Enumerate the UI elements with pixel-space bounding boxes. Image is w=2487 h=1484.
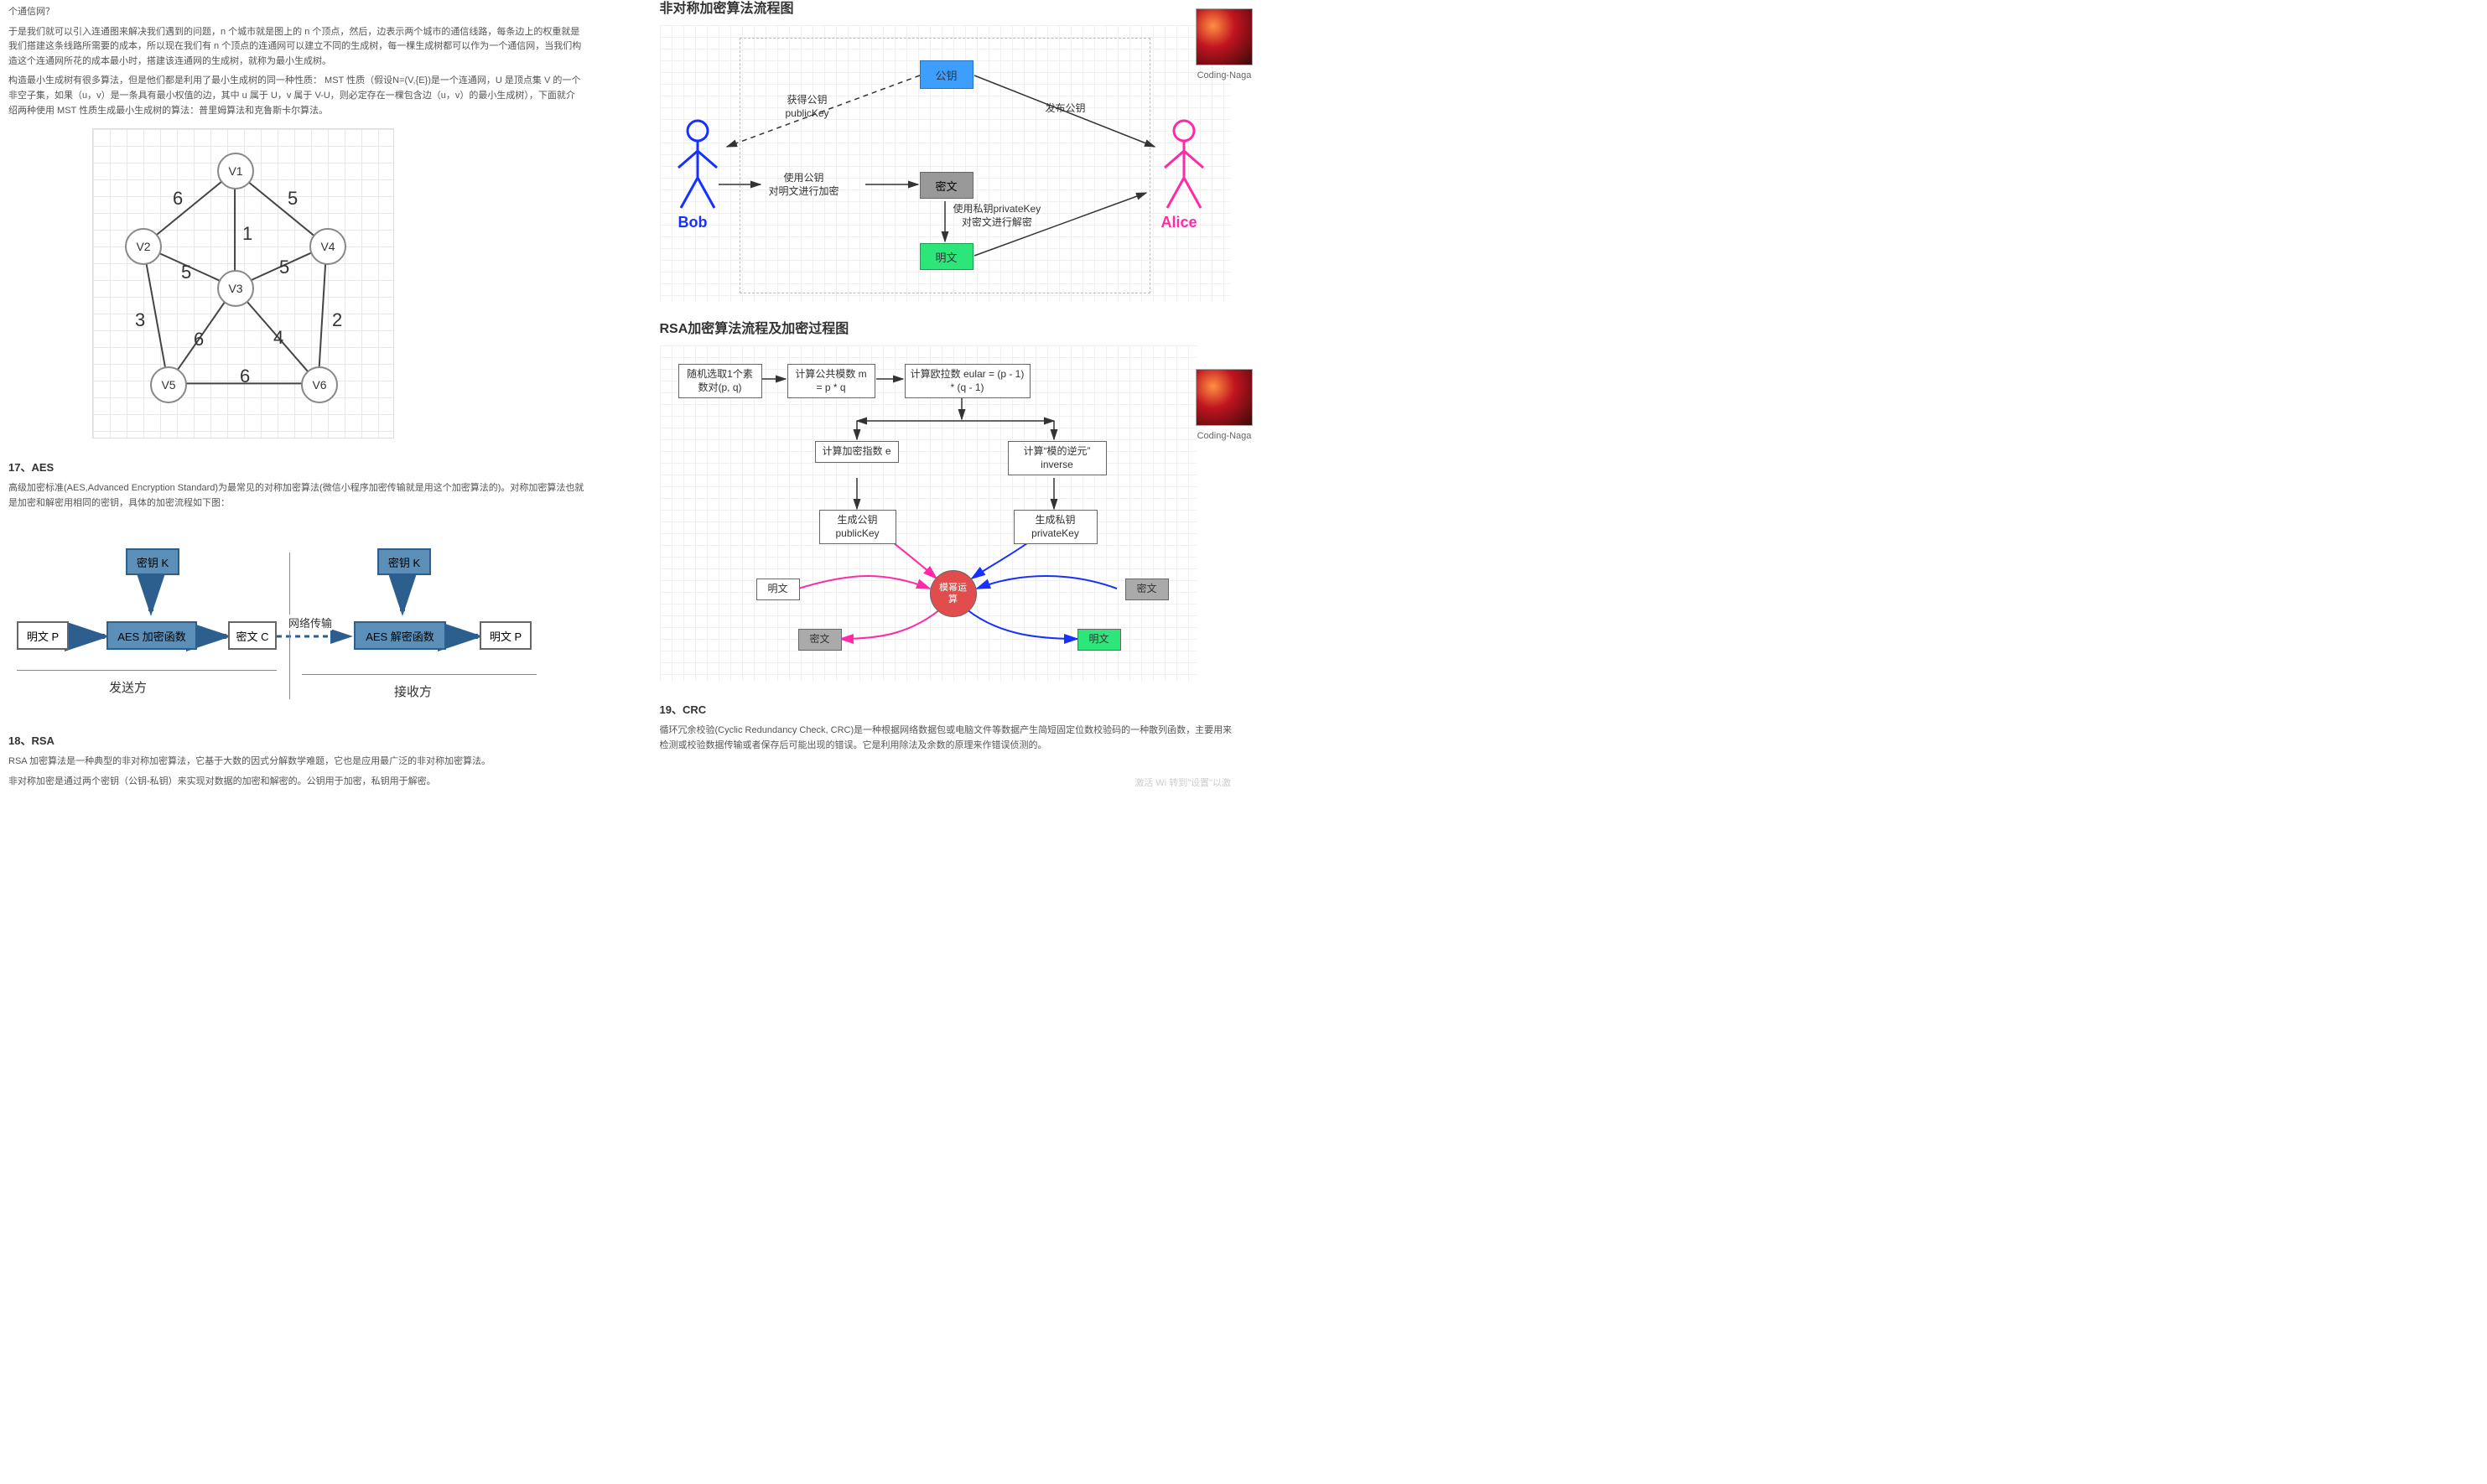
aes-desc: 高级加密标准(AES,Advanced Encryption Standard)… (8, 481, 584, 511)
watermark: 激活 Wi 转到"设置"以激 (1134, 778, 1231, 789)
author-avatar-2 (1196, 369, 1253, 426)
proc-expe: 计算加密指数 e (815, 441, 899, 463)
aes-plain-right: 明文 P (480, 621, 532, 650)
mst-graph-figure: V1 V2 V3 V4 V5 V6 6 1 5 5 3 5 6 4 2 6 (92, 128, 394, 438)
aes-cipher: 密文 C (228, 621, 277, 650)
rsa-line1: RSA 加密算法是一种典型的非对称加密算法，它基于大数的因式分解数学难题，它也是… (8, 755, 584, 770)
heading-crc: 19、CRC (660, 701, 1236, 717)
asym-title: 非对称加密算法流程图 (660, 0, 1236, 17)
alice-icon (1155, 117, 1213, 221)
asym-issuepub: 发布公钥 (1046, 102, 1086, 116)
right-column: 非对称加密算法流程图 (643, 0, 1236, 795)
proc-genpriv: 生成私钥 privateKey (1014, 510, 1098, 544)
aes-underline-left (17, 670, 277, 671)
aes-flow-figure: 密钥 K 明文 P AES 加密函数 密文 C 网络传输 密钥 K AES 解密… (8, 527, 545, 712)
w-v2v3: 5 (181, 262, 191, 283)
author-name-2: Coding-Naga (1197, 431, 1252, 441)
aes-arrows (8, 527, 545, 712)
aes-receiver: 接收方 (394, 682, 432, 700)
w-v1v4: 5 (288, 188, 298, 210)
w-v5v6: 6 (240, 366, 250, 387)
bob-icon (668, 117, 727, 221)
asym-getpub: 获得公钥 publicKey (786, 94, 829, 120)
author-widget-1: Coding-Naga (1188, 8, 1260, 80)
node-v1: V1 (217, 153, 254, 189)
asym-plain: 明文 (920, 243, 974, 270)
aes-dec-fn: AES 解密函数 (354, 621, 446, 650)
asym-pubkey: 公钥 (920, 60, 974, 89)
proc-plain-r: 明文 (1077, 629, 1121, 651)
rsa-process-figure: 随机选取1个素 数对(p, q) 计算公共模数 m = p * q 计算欧拉数 … (660, 345, 1197, 681)
node-v2: V2 (125, 228, 162, 265)
asym-figure: Bob Alice 公钥 获得公钥 publicKey 发布公钥 使用公钥 对明… (660, 25, 1230, 302)
intro-tail: 个通信网？ (8, 5, 584, 20)
aes-enc-fn: AES 加密函数 (106, 621, 197, 650)
aes-plain-left: 明文 P (17, 621, 69, 650)
proc-genpub: 生成公钥 publicKey (819, 510, 896, 544)
author-widget-2: Coding-Naga (1188, 369, 1260, 441)
rsa-line2: 非对称加密是通过两个密钥（公钥-私钥）来实现对数据的加密和解密的。公钥用于加密，… (8, 775, 584, 790)
asym-cipher: 密文 (920, 172, 974, 199)
node-v5: V5 (150, 366, 187, 403)
w-v4v6: 2 (332, 309, 342, 331)
w-v1v2: 6 (173, 188, 183, 210)
proc-title: RSA加密算法流程及加密过程图 (660, 317, 1236, 337)
aes-sender: 发送方 (109, 678, 147, 696)
author-avatar-1 (1196, 8, 1253, 65)
author-name-1: Coding-Naga (1197, 70, 1252, 80)
w-v1v3: 1 (242, 223, 252, 245)
proc-modulus: 计算公共模数 m = p * q (787, 364, 875, 398)
aes-key-right: 密钥 K (377, 548, 431, 575)
node-v4: V4 (309, 228, 346, 265)
alice-label: Alice (1161, 214, 1197, 231)
proc-inverse: 计算“模的逆元” inverse (1008, 441, 1107, 475)
crc-desc: 循环冗余校验(Cyclic Redundancy Check, CRC)是一种根… (660, 724, 1236, 753)
left-column: 个通信网？ 于是我们就可以引入连通图来解决我们遇到的问题，n 个城市就是图上的 … (8, 0, 610, 795)
proc-eular: 计算欧拉数 eular = (p - 1) * (q - 1) (905, 364, 1031, 398)
heading-aes: 17、AES (8, 459, 584, 475)
node-v6: V6 (301, 366, 338, 403)
mst-para2: 构造最小生成树有很多算法，但是他们都是利用了最小生成树的同一种性质： MST 性… (8, 74, 584, 118)
asym-declabel: 使用私钥privateKey 对密文进行解密 (953, 203, 1041, 229)
proc-cipher-l: 密文 (798, 629, 842, 651)
w-v3v6: 4 (273, 327, 283, 349)
node-v3: V3 (217, 270, 254, 307)
bob-label: Bob (678, 214, 708, 231)
proc-randpq: 随机选取1个素 数对(p, q) (678, 364, 762, 398)
mst-para1: 于是我们就可以引入连通图来解决我们遇到的问题，n 个城市就是图上的 n 个顶点，… (8, 25, 584, 70)
aes-underline-right (302, 674, 537, 675)
w-v2v5: 3 (135, 309, 145, 331)
proc-plain-l: 明文 (756, 579, 800, 600)
asym-enclabel: 使用公钥 对明文进行加密 (769, 172, 839, 198)
aes-key-left: 密钥 K (126, 548, 179, 575)
w-v3v4: 5 (279, 257, 289, 278)
w-v3v5: 6 (194, 329, 204, 350)
proc-modexp: 模幂运 算 (930, 570, 977, 617)
aes-net-label: 网络传输 (288, 615, 332, 630)
proc-cipher-r: 密文 (1125, 579, 1169, 600)
heading-rsa: 18、RSA (8, 732, 584, 748)
